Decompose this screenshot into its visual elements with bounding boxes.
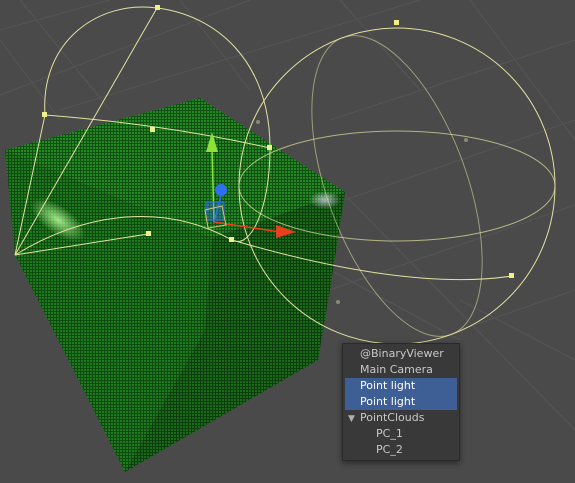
point-cloud-cube[interactable] — [5, 98, 345, 472]
hierarchy-item-point-light[interactable]: Point light — [345, 394, 457, 410]
hierarchy-item-binaryviewer[interactable]: @BinaryViewer — [343, 346, 459, 362]
handle[interactable] — [42, 112, 47, 117]
handle[interactable] — [509, 273, 514, 278]
hierarchy-item-label: Point light — [360, 379, 416, 392]
hierarchy-item-pc-2[interactable]: PC_2 — [343, 442, 459, 458]
hierarchy-panel: @BinaryViewer Main Camera Point light Po… — [342, 343, 460, 461]
handle[interactable] — [229, 237, 234, 242]
plane-handle[interactable] — [205, 201, 225, 221]
hierarchy-item-label: @BinaryViewer — [360, 347, 444, 360]
hierarchy-item-main-camera[interactable]: Main Camera — [343, 362, 459, 378]
expand-arrow-icon[interactable]: ▼ — [348, 411, 360, 427]
hierarchy-item-label: Point light — [360, 395, 416, 408]
hierarchy-item-pointclouds[interactable]: ▼ PointClouds — [343, 410, 459, 426]
scene-viewport[interactable] — [0, 0, 575, 483]
handle[interactable] — [146, 231, 151, 236]
handle[interactable] — [267, 145, 272, 150]
handle[interactable] — [155, 5, 160, 10]
hierarchy-item-label: PC_1 — [376, 427, 403, 440]
z-axis-handle[interactable] — [215, 184, 227, 196]
hierarchy-item-label: PC_2 — [376, 443, 403, 456]
cube-highlight — [309, 191, 341, 209]
hierarchy-item-label: PointClouds — [360, 411, 425, 424]
handle[interactable] — [394, 20, 399, 25]
hierarchy-item-point-light[interactable]: Point light — [345, 378, 457, 394]
hierarchy-item-label: Main Camera — [360, 363, 433, 376]
handle[interactable] — [150, 127, 155, 132]
hierarchy-item-pc-1[interactable]: PC_1 — [343, 426, 459, 442]
